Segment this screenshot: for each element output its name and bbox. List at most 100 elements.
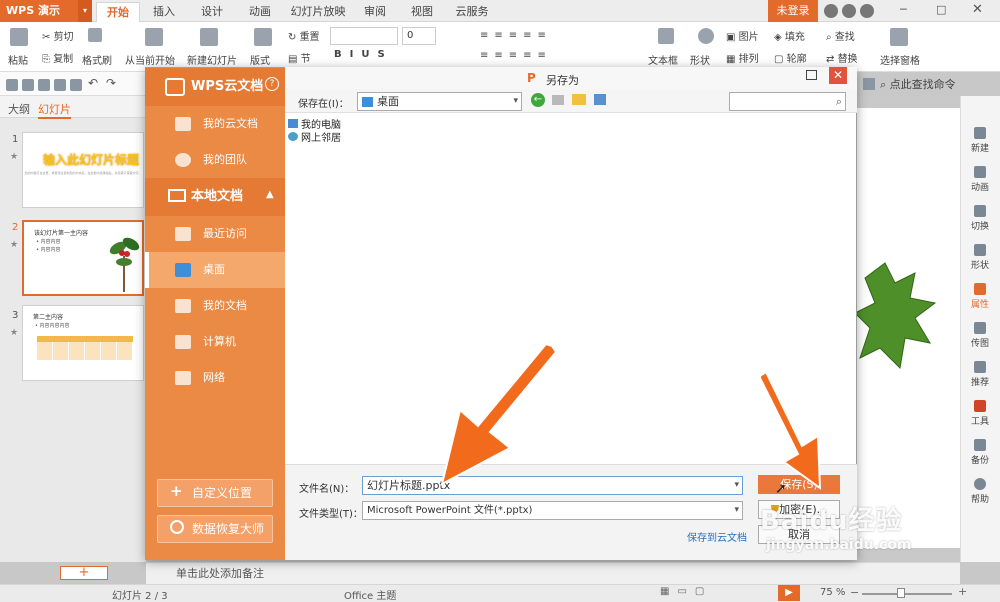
shape-button[interactable]: 形状 [690,52,710,67]
skin-icon[interactable] [824,4,838,18]
tab-slideshow[interactable]: 幻灯片放映 [288,2,348,22]
paragraph-buttons[interactable]: ≡≡≡≡≡ [480,30,552,41]
save-to-cloud-link[interactable]: 保存到云文档 [687,529,747,544]
tab-animation[interactable]: 动画 [242,2,278,22]
picture-button[interactable]: ▣ 图片 [726,28,759,43]
sidebar-new[interactable]: 新建 [961,127,999,154]
select-pane-button[interactable]: 选择窗格 [880,52,920,67]
textbox-button[interactable]: 文本框 [648,52,678,67]
search-input[interactable]: ⌕ [729,92,846,111]
format-painter-icon[interactable] [88,28,102,42]
fill-button[interactable]: ◈ 填充 [774,28,805,43]
select-pane-icon[interactable] [890,28,908,46]
nav-computer[interactable]: 计算机 [145,324,285,360]
help-icon[interactable]: ? [265,77,279,91]
filetype-select[interactable]: Microsoft PowerPoint 文件(*.pptx) ▾ [362,501,743,520]
current-slide[interactable] [855,108,960,548]
command-search[interactable]: ⌕ 点此查找命令 [880,76,956,92]
slide-thumbnail-2[interactable]: 该幻灯片第一主内容 • 内容内容 • 内容内容 [22,220,144,296]
zoom-in-icon[interactable]: + [958,585,967,598]
slide-thumbnail-1[interactable]: 输入此幻灯片标题 您的内容打在这里，或者通过复制您的文本后，在此框中选择粘贴，并… [22,132,144,208]
maximize-icon[interactable]: □ [936,3,946,16]
font-size-select[interactable]: 0 [402,27,436,45]
section-button[interactable]: ▤ 节 [288,50,311,65]
notes-area[interactable]: 单击此处添加备注 [146,562,960,584]
paste-icon[interactable] [10,28,28,46]
format-painter-label[interactable]: 格式刷 [82,52,112,67]
app-menu-button[interactable]: WPS 演示 [0,0,78,22]
tab-home[interactable]: 开始 [96,2,140,22]
find-button[interactable]: ⌕ 查找 [826,28,855,43]
layout-icon[interactable] [254,28,272,46]
close-icon[interactable]: ✕ [972,2,983,17]
sidebar-backup[interactable]: 备份 [961,439,999,466]
nav-my-team[interactable]: 我的团队 [145,142,285,178]
paste-label[interactable]: 粘贴 [8,52,28,67]
add-slide-button[interactable]: + [60,566,108,580]
tab-cloud-service[interactable]: 云服务 [450,2,494,22]
outline-button[interactable]: ▢ 轮廓 [774,50,807,65]
reset-button[interactable]: ↻ 重置 [288,28,320,43]
preview-icon[interactable] [70,79,82,91]
sidebar-upload-image[interactable]: 传图 [961,322,999,349]
collapse-icon[interactable]: ▲ [266,189,274,200]
new-slide-icon[interactable] [200,28,218,46]
local-docs-header[interactable]: 本地文档 [145,178,285,216]
sidebar-properties[interactable]: 属性 [961,283,999,310]
print-icon[interactable] [54,79,66,91]
new-folder-icon[interactable] [572,94,586,105]
tab-insert[interactable]: 插入 [146,2,182,22]
window-pane-icon[interactable] [863,78,875,90]
back-icon[interactable]: ← [531,93,545,107]
align-buttons[interactable]: ≡≡≡≡≡ [480,50,552,61]
settings-icon[interactable] [860,4,874,18]
play-from-current-button[interactable]: 从当前开始 [125,52,175,67]
nav-desktop[interactable]: 桌面 [145,252,285,288]
zoom-slider[interactable] [862,593,952,595]
save-icon[interactable] [22,79,34,91]
login-button[interactable]: 未登录 [768,0,818,22]
sidebar-recommend[interactable]: 推荐 [961,361,999,388]
tab-outline[interactable]: 大纲 [8,101,30,117]
nav-my-documents[interactable]: 我的文档 [145,288,285,324]
export-icon[interactable] [38,79,50,91]
sidebar-shape[interactable]: 形状 [961,244,999,271]
minimize-icon[interactable]: ─ [900,3,907,16]
feedback-icon[interactable] [842,4,856,18]
text-format-buttons[interactable]: BIUS [334,49,393,60]
new-slide-button[interactable]: 新建幻灯片 [187,52,237,67]
file-item-network[interactable]: 网上邻居 [288,129,341,144]
tab-view[interactable]: 视图 [404,2,440,22]
tab-design[interactable]: 设计 [194,2,230,22]
app-menu-dropdown-icon[interactable]: ▾ [78,0,92,22]
textbox-icon[interactable] [658,28,674,44]
open-icon[interactable] [6,79,18,91]
slide-thumbnail-3[interactable]: 第二主内容 • 内容内容内容 [22,305,144,381]
sidebar-animation[interactable]: 动画 [961,166,999,193]
zoom-out-icon[interactable]: − [850,586,859,599]
nav-network[interactable]: 网络 [145,360,285,396]
view-menu-icon[interactable] [594,94,606,105]
redo-icon[interactable]: ↷ [106,76,116,90]
tab-review[interactable]: 审阅 [357,2,393,22]
cut-button[interactable]: ✂ 剪切 [42,28,74,43]
undo-icon[interactable]: ↶ [88,76,98,90]
save-in-select[interactable]: 桌面 ▾ [357,92,522,111]
nav-recent[interactable]: 最近访问 [145,216,285,252]
play-from-current-icon[interactable] [145,28,163,46]
copy-button[interactable]: ⎘ 复制 [42,50,73,65]
nav-my-cloud-docs[interactable]: 我的云文档 [145,106,285,142]
play-slideshow-icon[interactable]: ▶ [778,585,800,601]
layout-button[interactable]: 版式 [250,52,270,67]
sidebar-transition[interactable]: 切换 [961,205,999,232]
sidebar-tools[interactable]: 工具 [961,400,999,427]
dialog-close-button[interactable]: ✕ [829,67,847,84]
arrange-button[interactable]: ▦ 排列 [726,50,759,65]
sidebar-help[interactable]: 帮助 [961,478,999,505]
tab-slides[interactable]: 幻灯片 [38,101,71,119]
maximize-icon[interactable] [806,70,817,80]
zoom-slider-thumb[interactable] [897,588,905,598]
up-folder-icon[interactable] [552,95,564,105]
shape-icon[interactable] [698,28,714,44]
replace-button[interactable]: ⇄ 替换 [826,50,858,65]
